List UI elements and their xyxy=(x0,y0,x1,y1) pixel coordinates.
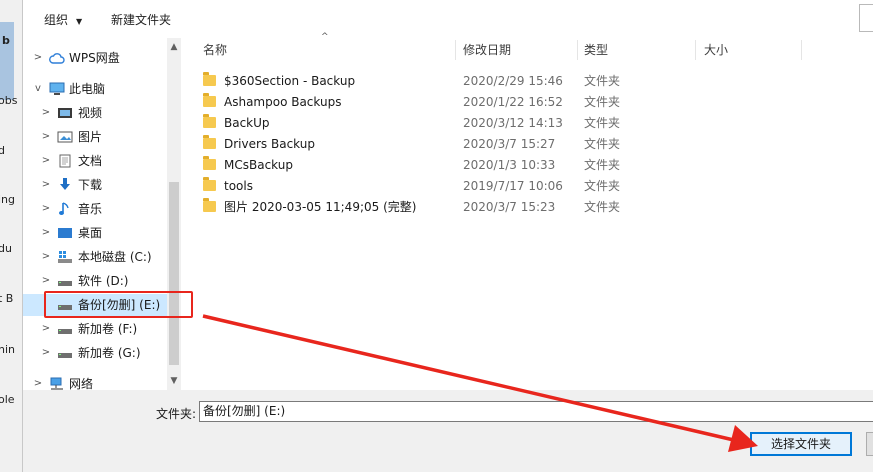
annotation-arrow-icon xyxy=(202,314,758,452)
